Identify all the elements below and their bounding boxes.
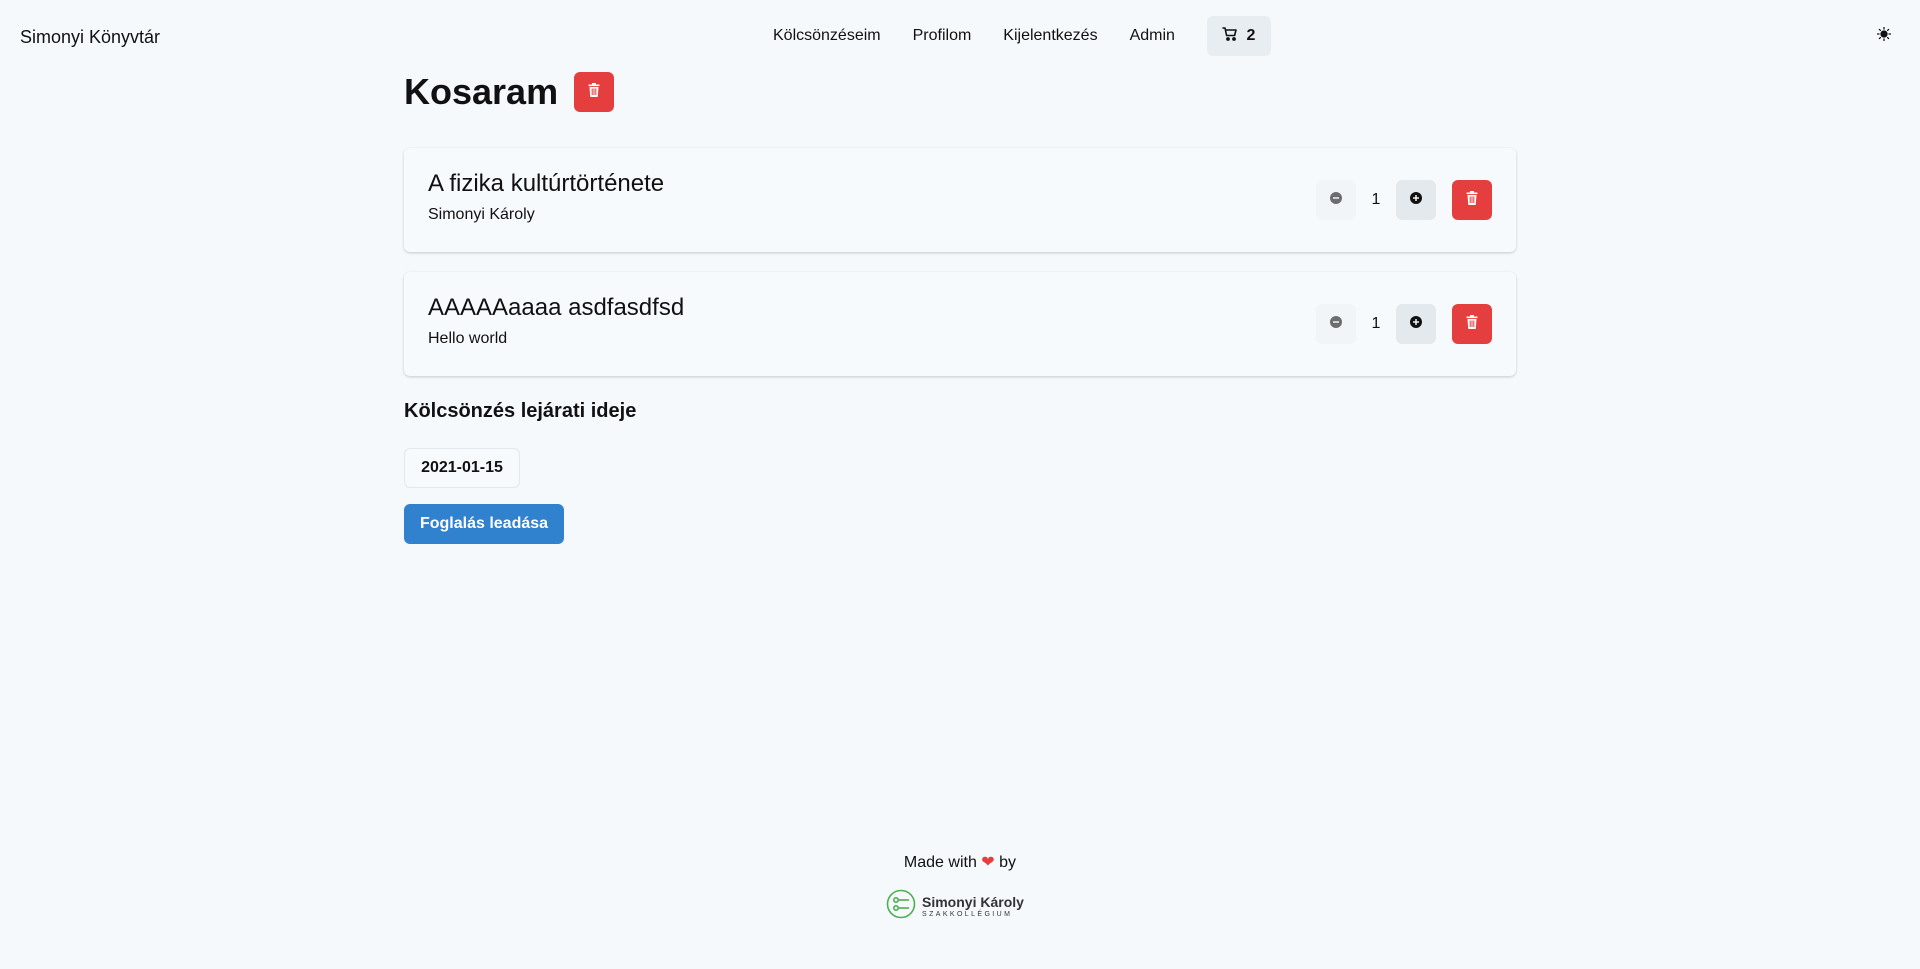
plus-circle-icon xyxy=(1410,191,1422,209)
book-author: Hello world xyxy=(428,330,508,347)
title-row: Kosaram xyxy=(404,72,1516,112)
heart-icon: ❤ xyxy=(981,854,995,871)
increase-quantity-button[interactable] xyxy=(1396,180,1436,220)
remove-item-button[interactable] xyxy=(1452,180,1492,220)
nav-link-loans[interactable]: Kölcsönzéseim xyxy=(757,16,897,56)
sun-icon xyxy=(1876,26,1892,46)
trash-icon xyxy=(1466,314,1478,334)
cart-page: Kosaram A fizika kultúrtörténete Simonyi… xyxy=(404,72,1516,544)
plus-circle-icon xyxy=(1410,315,1422,333)
decrease-quantity-button[interactable] xyxy=(1316,180,1356,220)
cart-item: A fizika kultúrtörténete Simonyi Károly … xyxy=(404,148,1516,252)
logo-circuit-icon xyxy=(886,889,916,924)
navbar: Simonyi Könyvtár Kölcsönzéseim Profilom … xyxy=(0,0,1920,72)
cart-button[interactable]: 2 xyxy=(1206,16,1271,56)
remove-item-button[interactable] xyxy=(1452,304,1492,344)
nav-link-profile[interactable]: Profilom xyxy=(897,16,988,56)
nav-links: Kölcsönzéseim Profilom Kijelentkezés Adm… xyxy=(757,16,1271,56)
logo-name: Simonyi Károly xyxy=(922,893,1024,910)
nav-link-admin[interactable]: Admin xyxy=(1114,16,1191,56)
quantity-stepper: 1 xyxy=(1316,304,1492,344)
page-title: Kosaram xyxy=(404,71,559,112)
logo-text: Simonyi Károly SZAKKOLLÉGIUM xyxy=(922,895,1024,918)
book-author: Simonyi Károly xyxy=(428,206,535,223)
due-date-heading: Kölcsönzés lejárati ideje xyxy=(404,400,637,422)
trash-icon xyxy=(588,82,600,102)
simonyi-logo[interactable]: Simonyi Károly SZAKKOLLÉGIUM xyxy=(886,889,1024,924)
book-title: AAAAAaaaa asdfasdfsd xyxy=(428,294,685,321)
quantity-stepper: 1 xyxy=(1316,180,1492,220)
trash-icon xyxy=(1466,190,1478,210)
quantity-value: 1 xyxy=(1371,191,1381,208)
footer-made-with: Made with xyxy=(903,854,977,871)
theme-toggle-button[interactable] xyxy=(1872,24,1896,48)
due-date-input[interactable]: 2021-01-15 xyxy=(404,448,520,488)
quantity-value: 1 xyxy=(1371,315,1381,332)
submit-reservation-button[interactable]: Foglalás leadása xyxy=(404,504,564,544)
logo-subtitle: SZAKKOLLÉGIUM xyxy=(922,910,1013,918)
nav-link-logout[interactable]: Kijelentkezés xyxy=(987,16,1113,56)
increase-quantity-button[interactable] xyxy=(1396,304,1436,344)
brand-link[interactable]: Simonyi Könyvtár xyxy=(20,27,160,48)
clear-cart-button[interactable] xyxy=(574,72,615,112)
decrease-quantity-button[interactable] xyxy=(1316,304,1356,344)
minus-circle-icon xyxy=(1330,315,1342,333)
book-title: A fizika kultúrtörténete xyxy=(428,170,665,197)
footer-credit: Made with ❤ by xyxy=(0,852,1920,872)
footer-by: by xyxy=(999,854,1017,871)
cart-count: 2 xyxy=(1246,27,1256,44)
cart-icon xyxy=(1222,26,1238,47)
minus-circle-icon xyxy=(1330,191,1342,209)
cart-item: AAAAAaaaa asdfasdfsd Hello world 1 xyxy=(404,272,1516,376)
